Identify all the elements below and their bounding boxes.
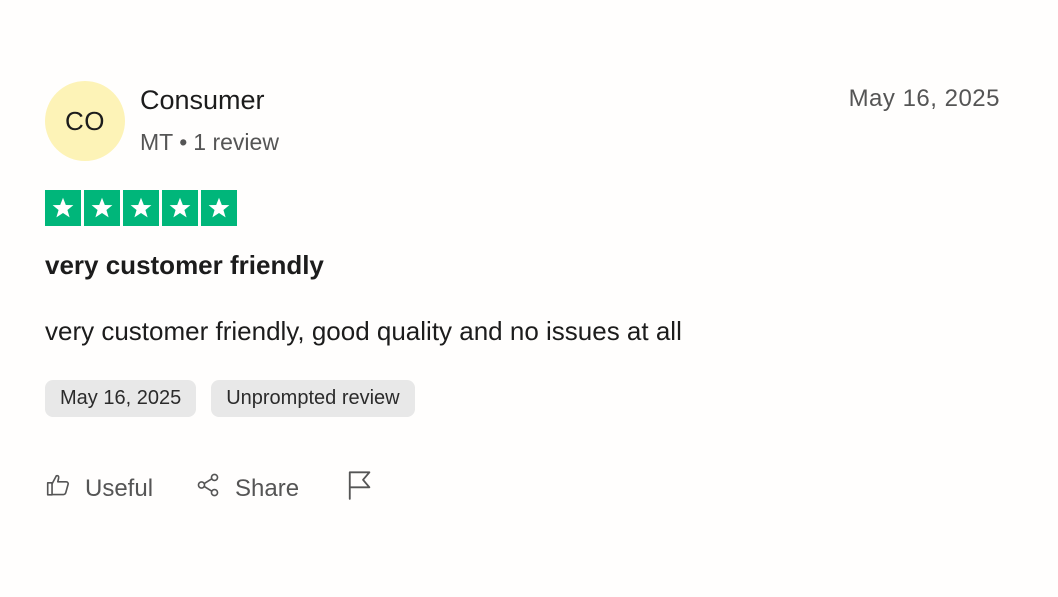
- review-type-badge[interactable]: Unprompted review: [211, 380, 415, 417]
- review-actions: Useful Share: [45, 470, 373, 507]
- star-icon: [45, 190, 81, 226]
- review-title: very customer friendly: [45, 250, 324, 280]
- review-card: CO Consumer MT • 1 review May 16, 2025 ver…: [0, 0, 1058, 597]
- review-tags: May 16, 2025 Unprompted review: [45, 380, 415, 417]
- report-button[interactable]: [345, 470, 373, 507]
- star-icon: [162, 190, 198, 226]
- reviewer-name[interactable]: Consumer: [140, 82, 265, 118]
- star-rating: [45, 190, 237, 226]
- thumbs-up-icon: [45, 472, 71, 505]
- review-body: very customer friendly, good quality and…: [45, 316, 682, 346]
- avatar-initials: CO: [65, 105, 105, 136]
- meta-separator: •: [179, 129, 188, 155]
- share-button[interactable]: Share: [195, 472, 299, 505]
- star-icon: [123, 190, 159, 226]
- star-icon: [84, 190, 120, 226]
- share-icon: [195, 472, 221, 505]
- reviewer-country: MT: [140, 129, 174, 155]
- review-date: May 16, 2025: [848, 85, 1000, 112]
- reviewer-review-count: 1 review: [193, 129, 279, 155]
- reviewer-meta: MT • 1 review: [140, 126, 279, 158]
- flag-icon: [345, 470, 373, 507]
- useful-label: Useful: [85, 474, 154, 502]
- experience-date-badge: May 16, 2025: [45, 380, 197, 417]
- star-icon: [201, 190, 237, 226]
- avatar[interactable]: CO: [45, 81, 125, 161]
- share-label: Share: [235, 474, 300, 502]
- useful-button[interactable]: Useful: [45, 472, 153, 505]
